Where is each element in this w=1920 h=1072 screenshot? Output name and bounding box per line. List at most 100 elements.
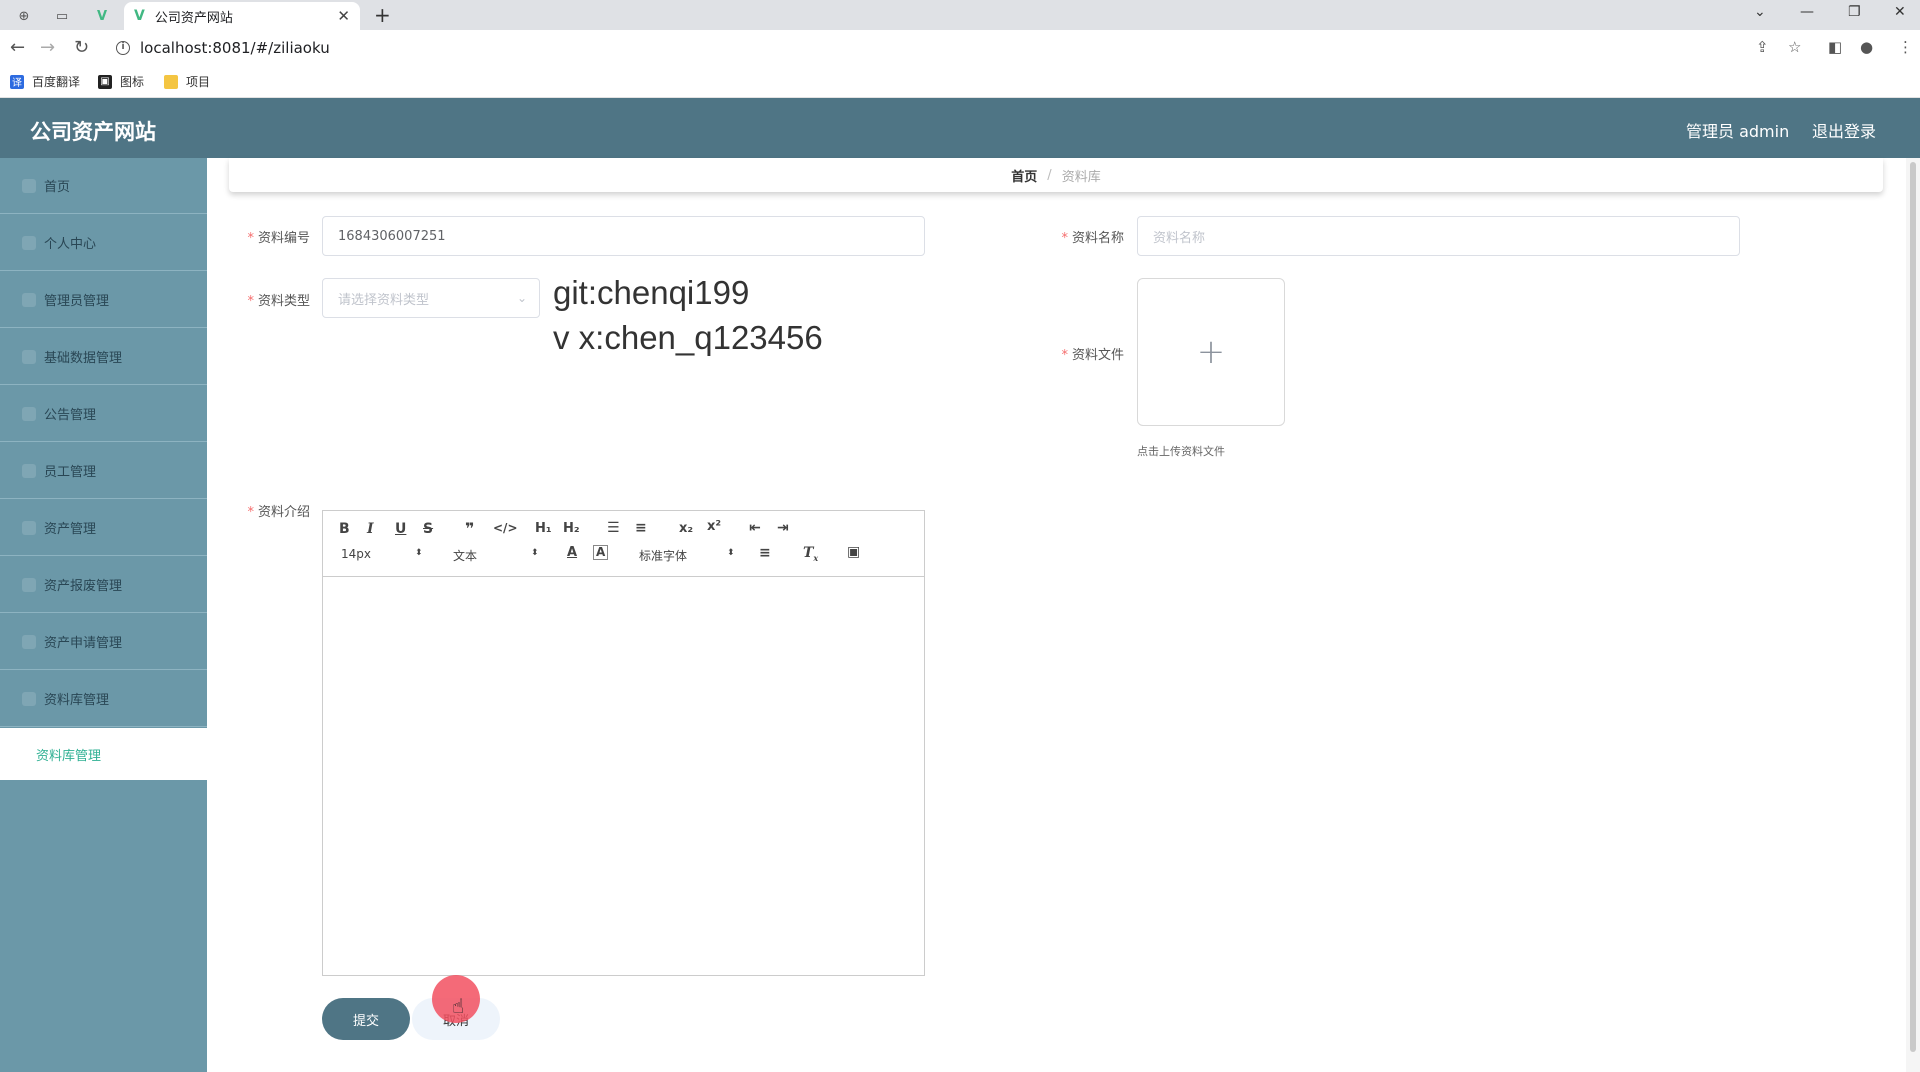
asset-icon bbox=[22, 520, 36, 535]
editor-toolbar: B I U S ❞ </> H₁ H₂ ☰ ≡ x₂ x² ⇤ ⇥ 14px ⬍… bbox=[323, 511, 924, 577]
sidebar-item-basic-data[interactable]: 基础数据管理 bbox=[0, 329, 207, 385]
data-icon bbox=[22, 349, 36, 364]
user-icon bbox=[22, 235, 36, 250]
admin-icon bbox=[22, 292, 36, 307]
restore-button[interactable]: ❐ bbox=[1848, 4, 1861, 20]
align-icon[interactable]: ≡ bbox=[759, 545, 771, 561]
italic-icon[interactable]: I bbox=[367, 521, 374, 537]
file-label: * 资料文件 bbox=[1054, 344, 1124, 363]
sidebar-item-label: 员工管理 bbox=[44, 465, 97, 480]
header-select[interactable]: 文本 ⬍ bbox=[453, 547, 539, 564]
watermark-line1: git:chenqi199 bbox=[553, 274, 750, 311]
vue-tab-icon[interactable]: V bbox=[84, 4, 120, 28]
breadcrumb-home[interactable]: 首页 bbox=[1011, 166, 1037, 185]
globe-icon[interactable]: ⊕ bbox=[6, 4, 42, 28]
editor-content-area[interactable] bbox=[323, 578, 924, 975]
sidebar-item-label: 基础数据管理 bbox=[44, 351, 123, 366]
indent-icon[interactable]: ⇥ bbox=[777, 520, 789, 536]
blockquote-icon[interactable]: ❞ bbox=[465, 519, 474, 538]
app-header: 公司资产网站 管理员 admin 退出登录 bbox=[0, 98, 1920, 158]
type-label: * 资料类型 bbox=[240, 290, 310, 309]
bookmark-project[interactable]: 项目 bbox=[164, 73, 210, 90]
breadcrumb-current: 资料库 bbox=[1061, 169, 1101, 185]
ordered-list-icon[interactable]: ☰ bbox=[607, 520, 620, 536]
required-mark: * bbox=[1061, 231, 1068, 246]
subscript-icon[interactable]: x₂ bbox=[679, 521, 693, 536]
bullet-list-icon[interactable]: ≡ bbox=[635, 520, 647, 536]
clear-format-icon[interactable]: Tx bbox=[803, 545, 818, 563]
sidebar-item-asset-scrap[interactable]: 资产报废管理 bbox=[0, 557, 207, 613]
font-family-select[interactable]: 标准字体 ⬍ bbox=[639, 547, 735, 564]
minimize-button[interactable]: — bbox=[1800, 4, 1814, 20]
breadcrumb-separator: / bbox=[1047, 167, 1052, 183]
strikethrough-icon[interactable]: S bbox=[423, 521, 433, 537]
logout-link[interactable]: 退出登录 bbox=[1812, 118, 1876, 142]
code-block-icon[interactable]: </> bbox=[493, 521, 518, 535]
close-tab-icon[interactable]: ✕ bbox=[337, 7, 350, 25]
bookmark-icons[interactable]: ▣ 图标 bbox=[98, 73, 144, 90]
library-icon bbox=[22, 691, 36, 706]
sidebar-item-notice[interactable]: 公告管理 bbox=[0, 386, 207, 442]
sidebar-item-admin[interactable]: 管理员管理 bbox=[0, 272, 207, 328]
label-text: 资料介绍 bbox=[257, 505, 310, 520]
address-bar[interactable]: i localhost:8081/#/ziliaoku bbox=[106, 33, 1756, 63]
font-color-icon[interactable]: A bbox=[567, 545, 577, 560]
page-scrollbar[interactable] bbox=[1906, 158, 1920, 1072]
type-select[interactable]: 请选择资料类型 ⌄ bbox=[322, 278, 540, 318]
updown-icon: ⬍ bbox=[415, 548, 423, 558]
site-info-icon[interactable]: i bbox=[116, 41, 130, 55]
close-window-button[interactable]: ✕ bbox=[1894, 4, 1906, 20]
font-size-select[interactable]: 14px ⬍ bbox=[341, 547, 423, 561]
label-text: 资料类型 bbox=[257, 294, 310, 309]
side-panel-icon[interactable]: ◧ bbox=[1828, 38, 1842, 56]
sidebar-item-label: 公告管理 bbox=[44, 408, 97, 423]
outdent-icon[interactable]: ⇤ bbox=[749, 520, 761, 536]
name-input[interactable]: 资料名称 bbox=[1137, 216, 1740, 256]
sidebar-item-label: 首页 bbox=[44, 180, 71, 195]
translate-icon: 译 bbox=[10, 74, 24, 89]
upload-tip: 点击上传资料文件 bbox=[1137, 445, 1225, 458]
required-mark: * bbox=[247, 231, 254, 246]
bold-icon[interactable]: B bbox=[339, 521, 350, 537]
sidebar-item-label: 资产管理 bbox=[44, 522, 97, 537]
share-icon[interactable]: ⇪ bbox=[1756, 38, 1769, 56]
back-icon[interactable]: ← bbox=[10, 37, 25, 58]
sidebar-subitem-library-manage[interactable]: 资料库管理 bbox=[0, 728, 207, 780]
bookmark-star-icon[interactable]: ☆ bbox=[1788, 38, 1801, 56]
select-placeholder: 请选择资料类型 bbox=[338, 292, 430, 308]
name-label: * 资料名称 bbox=[1054, 227, 1124, 246]
bookmark-baidu-translate[interactable]: 译 百度翻译 bbox=[10, 73, 80, 90]
required-mark: * bbox=[247, 505, 254, 520]
sidebar-item-label: 资产报废管理 bbox=[44, 579, 123, 594]
submit-button[interactable]: 提交 bbox=[322, 998, 410, 1040]
file-upload-area[interactable]: + bbox=[1137, 278, 1285, 426]
scrollbar-thumb[interactable] bbox=[1910, 162, 1916, 1052]
profile-icon[interactable]: ● bbox=[1860, 38, 1873, 56]
tab-title: 公司资产网站 bbox=[154, 10, 233, 26]
menu-kebab-icon[interactable]: ⋮ bbox=[1898, 38, 1913, 56]
superscript-icon[interactable]: x² bbox=[707, 519, 721, 534]
active-tab[interactable]: V 公司资产网站 ✕ bbox=[124, 2, 360, 30]
forward-icon[interactable]: → bbox=[40, 37, 55, 58]
sidebar-item-home[interactable]: 首页 bbox=[0, 158, 207, 214]
reload-icon[interactable]: ↻ bbox=[74, 37, 89, 58]
sidebar-item-asset-apply[interactable]: 资产申请管理 bbox=[0, 614, 207, 670]
notice-icon bbox=[22, 406, 36, 421]
sidebar-item-profile[interactable]: 个人中心 bbox=[0, 215, 207, 271]
folder-icon bbox=[164, 74, 178, 89]
font-size-value: 14px bbox=[341, 547, 371, 561]
background-color-icon[interactable]: A bbox=[593, 545, 609, 560]
code-input[interactable]: 1684306007251 bbox=[322, 216, 925, 256]
sidebar-item-employee[interactable]: 员工管理 bbox=[0, 443, 207, 499]
sidebar-item-library[interactable]: 资料库管理 bbox=[0, 671, 207, 727]
heading2-icon[interactable]: H₂ bbox=[563, 521, 580, 536]
new-tab-button[interactable]: + bbox=[374, 3, 391, 27]
heading1-icon[interactable]: H₁ bbox=[535, 521, 552, 536]
underline-icon[interactable]: U bbox=[395, 521, 406, 537]
blank-tab-icon[interactable]: ▭ bbox=[44, 4, 80, 28]
chevron-down-icon: ⌄ bbox=[516, 291, 527, 305]
sidebar-item-label: 资料库管理 bbox=[44, 693, 110, 708]
tab-search-icon[interactable]: ⌄ bbox=[1754, 4, 1766, 20]
image-insert-icon[interactable]: ▣ bbox=[847, 544, 860, 560]
sidebar-item-asset[interactable]: 资产管理 bbox=[0, 500, 207, 556]
